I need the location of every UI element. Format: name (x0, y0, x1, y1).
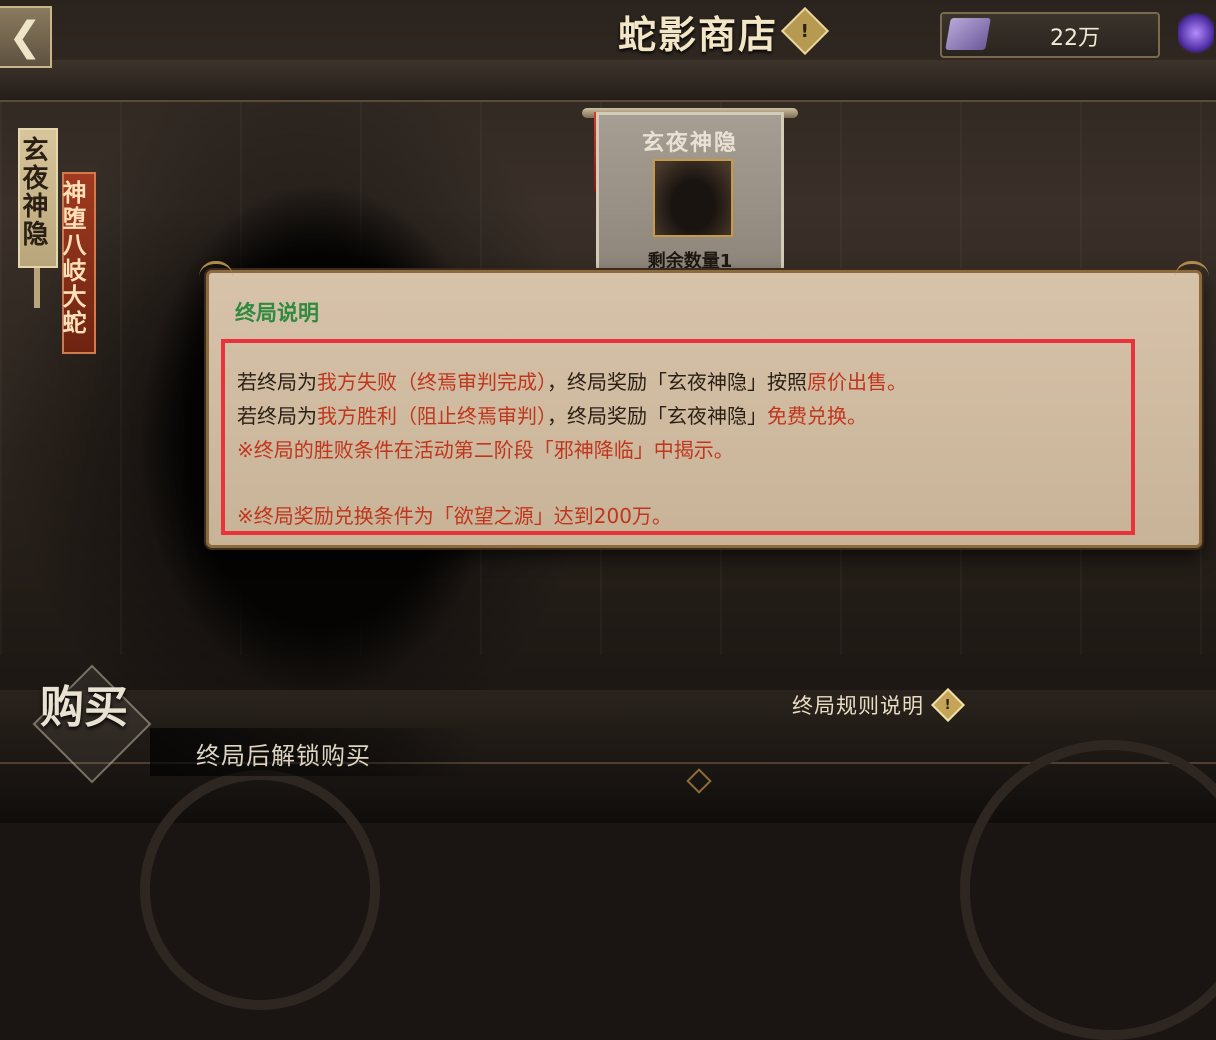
rule-note-exchange: ※终局奖励兑换条件为「欲望之源」达到200万。 (237, 504, 672, 528)
rules-link-label: 终局规则说明 (792, 694, 924, 718)
tab-xuanye-shenyin[interactable]: 玄夜神隐 (18, 128, 58, 268)
currency-display: 22万 (940, 12, 1160, 58)
text-segment: ，终局奖励「玄夜神隐」 (547, 404, 767, 428)
crystal-currency-icon (945, 18, 991, 50)
buy-label: 购买 (40, 682, 128, 733)
exclamation-icon: ! (800, 20, 810, 42)
rules-help-icon: ! (931, 688, 965, 722)
highlight-segment: 免费兑换 (767, 404, 847, 428)
help-button[interactable]: ! (780, 6, 830, 56)
buy-status-text: 终局后解锁购买 (196, 742, 371, 770)
corner-ornament (199, 261, 233, 284)
highlight-segment: 我方胜利（阻止终焉审判） (317, 404, 547, 428)
text-segment: ，终局奖励「玄夜神隐」按照 (547, 370, 807, 394)
back-button[interactable]: ❮ (0, 6, 52, 68)
currency-amount: 22万 (1050, 26, 1100, 51)
rules-link[interactable]: 终局规则说明 ! (792, 688, 965, 722)
page-title: 蛇影商店 (617, 11, 778, 57)
buy-button[interactable]: 购买 (30, 664, 152, 784)
back-arrow-icon: ❮ (8, 14, 42, 60)
title-bar: 蛇影商店 ! (600, 0, 840, 62)
shop-item-name: 玄夜神隐 (641, 130, 738, 156)
exclamation-icon: ! (945, 697, 951, 713)
rule-line-defeat: 若终局为我方失败（终焉审判完成），终局奖励「玄夜神隐」按照原价出售。 (237, 365, 1119, 399)
corner-ornament (1175, 261, 1209, 284)
rule-line-victory: 若终局为我方胜利（阻止终焉审判），终局奖励「玄夜神隐」免费兑换。 (237, 399, 1119, 433)
tab-tassel (34, 268, 40, 308)
shop-item-card[interactable]: 玄夜神隐 剩余数量1 (596, 112, 784, 280)
text-segment: 若终局为 (237, 404, 317, 428)
dialog-highlighted-text: 若终局为我方失败（终焉审判完成），终局奖励「玄夜神隐」按照原价出售。 若终局为我… (221, 339, 1135, 535)
buy-status-bar: 终局后解锁购买 (150, 728, 480, 776)
decorative-wheel (140, 770, 380, 1010)
rule-note-conditions: ※终局的胜败条件在活动第二阶段「邪神降临」中揭示。 (237, 438, 734, 462)
dialog-title: 终局说明 (235, 301, 319, 325)
purple-gem-icon[interactable] (1178, 10, 1214, 56)
endgame-info-dialog: 终局说明 若终局为我方失败（终焉审判完成），终局奖励「玄夜神隐」按照原价出售。 … (199, 261, 1209, 548)
shop-item-portrait (653, 159, 733, 237)
text-segment: 若终局为 (237, 370, 317, 394)
text-segment: 。 (887, 370, 907, 394)
text-segment: 。 (847, 404, 867, 428)
tab-shenduo-baqi-dashe[interactable]: 神堕八岐大蛇 (58, 172, 96, 354)
highlight-segment: 我方失败（终焉审判完成） (317, 370, 547, 394)
highlight-segment: 原价出售 (807, 370, 887, 394)
